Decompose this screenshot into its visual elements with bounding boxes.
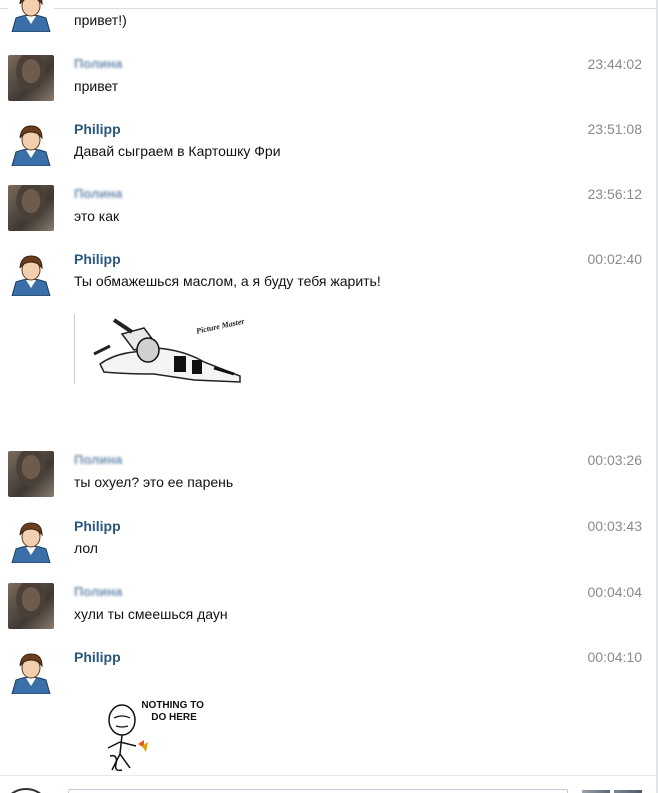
avatar[interactable]: [8, 583, 54, 629]
message-timestamp: 00:04:04: [587, 584, 643, 600]
message-text: лол: [74, 540, 98, 556]
message-text: привет!): [74, 12, 127, 28]
author-link[interactable]: Полина: [74, 452, 122, 467]
author-link[interactable]: Philipp: [74, 518, 121, 534]
own-avatar[interactable]: [6, 788, 46, 793]
message-timestamp: 23:44:02: [587, 56, 643, 72]
author-link[interactable]: Полина: [74, 584, 122, 599]
message-item: Полина 00:04:04 хули ты смеешься даун: [0, 583, 656, 643]
message-item: Полина 00:03:26 ты охуел? это ее парень: [0, 451, 656, 511]
message-text: это как: [74, 208, 120, 224]
avatar[interactable]: [8, 120, 54, 166]
message-item: привет!): [0, 0, 656, 35]
message-feed[interactable]: привет!) Полина 23:44:02 привет Philipp …: [0, 0, 658, 775]
message-item: Philipp 00:03:43 лол: [0, 517, 656, 577]
message-item: Philipp 00:02:40 Ты обмажешься маслом, а…: [0, 250, 656, 440]
avatar[interactable]: [8, 250, 54, 296]
message-timestamp: 00:03:43: [587, 518, 643, 534]
author-link[interactable]: Philipp: [74, 121, 121, 137]
message-text: Ты обмажешься маслом, а я буду тебя жари…: [74, 273, 381, 289]
avatar[interactable]: [8, 185, 54, 231]
message-text: привет: [74, 78, 119, 94]
message-timestamp: 00:02:40: [587, 251, 643, 267]
message-timestamp: 00:04:10: [587, 649, 643, 665]
author-link[interactable]: Полина: [74, 186, 122, 201]
message-text: ты охуел? это ее парень: [74, 474, 234, 490]
avatar[interactable]: [8, 517, 54, 563]
message-timestamp: 23:56:12: [587, 186, 643, 202]
avatar[interactable]: [8, 55, 54, 101]
message-text: хули ты смеешься даун: [74, 606, 228, 622]
message-timestamp: 00:03:26: [587, 452, 643, 468]
message-timestamp: 23:51:08: [587, 121, 643, 137]
avatar[interactable]: [8, 648, 54, 694]
author-link[interactable]: Philipp: [74, 251, 121, 267]
composer-bar: [0, 775, 658, 793]
author-link[interactable]: Полина: [74, 56, 122, 71]
message-input[interactable]: [68, 789, 568, 793]
avatar[interactable]: [8, 0, 54, 32]
photo-attachment[interactable]: Picture Master: [74, 314, 250, 384]
message-item: Полина 23:56:12 это как: [0, 185, 656, 245]
author-link[interactable]: Philipp: [74, 649, 121, 665]
avatar[interactable]: [8, 451, 54, 497]
message-item: Philipp 00:04:10 NOTHING TO DO HERE: [0, 648, 656, 775]
message-text: Давай сыграем в Картошку Фри: [74, 143, 281, 159]
message-item: Полина 23:44:02 привет: [0, 55, 656, 115]
message-item: Philipp 23:51:08 Давай сыграем в Картошк…: [0, 120, 656, 180]
photo-attachment[interactable]: NOTHING TO DO HERE: [100, 696, 230, 775]
